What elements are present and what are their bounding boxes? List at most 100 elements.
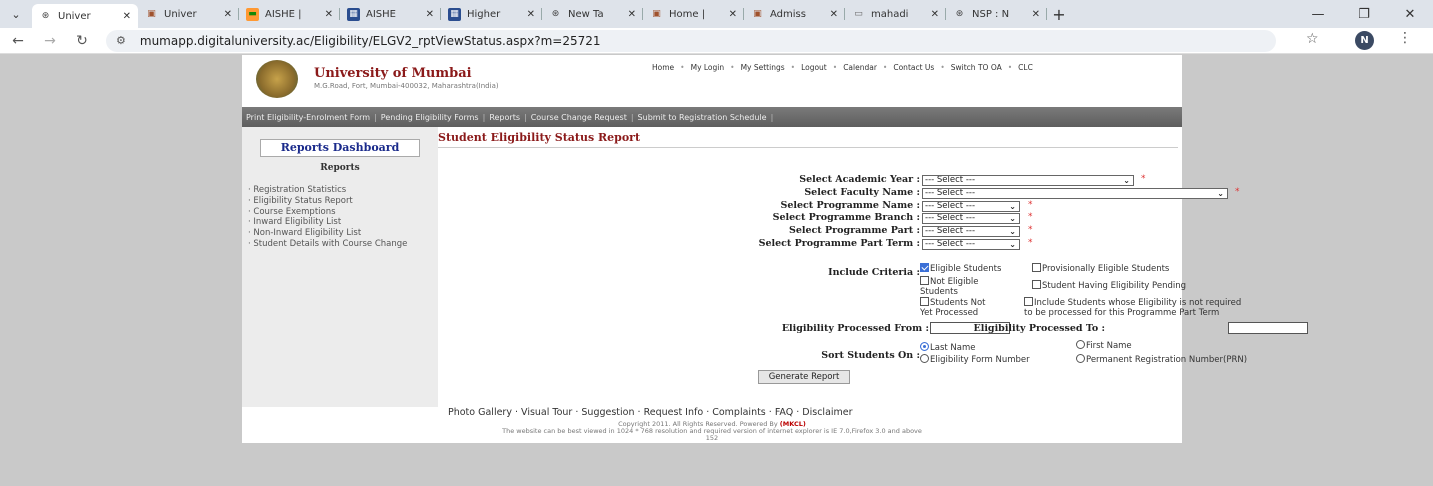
browser-tab[interactable]: ⊛ Univer ✕: [32, 4, 138, 28]
eligible-checkbox[interactable]: Eligible Students: [920, 263, 1001, 275]
tab-close-icon[interactable]: ✕: [123, 11, 131, 22]
sort-last-name-radio[interactable]: Last Name: [920, 342, 975, 354]
profile-avatar[interactable]: N: [1355, 31, 1374, 50]
browser-tab[interactable]: ▬ AISHE | ✕: [239, 3, 340, 25]
not-eligible-checkbox[interactable]: Not Eligible Students: [920, 276, 978, 297]
new-tab-button[interactable]: +: [1047, 5, 1071, 24]
browser-tab[interactable]: ▣ Home | ✕: [643, 3, 744, 25]
tab-close-icon[interactable]: ✕: [224, 9, 232, 20]
programme-select[interactable]: --- Select --- ⌄: [922, 201, 1020, 212]
footer-link[interactable]: Photo Gallery: [448, 407, 512, 418]
tab-close-icon[interactable]: ✕: [628, 9, 636, 20]
footer-links: Photo Gallery · Visual Tour · Suggestion…: [448, 407, 853, 418]
maximize-icon[interactable]: ❐: [1341, 0, 1387, 28]
university-name: University of Mumbai: [314, 66, 472, 81]
provisional-checkbox[interactable]: Provisionally Eligible Students: [1032, 263, 1169, 275]
top-nav-link[interactable]: Home: [652, 63, 674, 72]
generate-report-button[interactable]: Generate Report: [758, 370, 850, 384]
page-number: 152: [705, 434, 719, 442]
browser-tab[interactable]: ⊛ New Ta ✕: [542, 3, 643, 25]
report-link[interactable]: · Non-Inward Eligibility List: [248, 228, 433, 239]
pending-checkbox[interactable]: Student Having Eligibility Pending: [1032, 280, 1186, 292]
tab-close-icon[interactable]: ✕: [830, 9, 838, 20]
top-nav-link[interactable]: Switch TO OA: [951, 63, 1002, 72]
footer-link[interactable]: Suggestion: [581, 407, 634, 418]
top-nav-link[interactable]: My Settings: [741, 63, 785, 72]
processed-to-input[interactable]: [1228, 322, 1308, 334]
footer-link[interactable]: FAQ: [775, 407, 793, 418]
window-close-icon[interactable]: ✕: [1387, 0, 1433, 28]
eligible-label: Eligible Students: [930, 264, 1002, 274]
bullet-icon: •: [940, 63, 945, 72]
tab-title: AISHE: [366, 8, 396, 20]
sort-first-name-radio[interactable]: First Name: [1076, 340, 1132, 352]
browser-tab[interactable]: ▣ Univer ✕: [138, 3, 239, 25]
browser-menu-icon[interactable]: ⋮: [1398, 30, 1412, 46]
address-bar[interactable]: ⚙ mumapp.digitaluniversity.ac/Eligibilit…: [106, 29, 1276, 52]
not-eligible-label-2: Students: [920, 286, 958, 297]
menu-item[interactable]: Print Eligibility-Enrolment Form: [246, 113, 370, 122]
tab-title: Univer: [58, 10, 91, 22]
report-link[interactable]: · Student Details with Course Change: [248, 239, 433, 250]
footer-link[interactable]: Visual Tour: [521, 407, 572, 418]
sort-prn-radio[interactable]: Permanent Registration Number(PRN): [1076, 354, 1247, 366]
university-address: M.G.Road, Fort, Mumbai-400032, Maharasht…: [314, 82, 499, 90]
report-link[interactable]: · Registration Statistics: [248, 185, 433, 196]
menu-item[interactable]: Submit to Registration Schedule: [638, 113, 767, 122]
prn-label: Permanent Registration Number(PRN): [1086, 355, 1248, 365]
top-nav-link[interactable]: Contact Us: [893, 63, 934, 72]
branch-select[interactable]: --- Select --- ⌄: [922, 213, 1020, 224]
top-nav-link[interactable]: Calendar: [843, 63, 877, 72]
top-nav-link[interactable]: Logout: [801, 63, 827, 72]
tab-close-icon[interactable]: ✕: [426, 9, 434, 20]
part-select[interactable]: --- Select --- ⌄: [922, 226, 1020, 237]
bookmark-star-icon[interactable]: ☆: [1306, 31, 1319, 47]
top-nav-link[interactable]: CLC: [1018, 63, 1033, 72]
bullet-icon: ·: [703, 407, 713, 418]
not-required-checkbox[interactable]: Include Students whose Eligibility is no…: [1024, 297, 1241, 318]
report-link-label: Registration Statistics: [253, 185, 347, 195]
tab-close-icon[interactable]: ✕: [1032, 9, 1040, 20]
menu-item[interactable]: Pending Eligibility Forms: [381, 113, 479, 122]
part-term-value: --- Select ---: [925, 239, 976, 249]
last-name-label: Last Name: [930, 343, 976, 353]
reports-dashboard-button[interactable]: Reports Dashboard: [260, 139, 420, 157]
tab-close-icon[interactable]: ✕: [325, 9, 333, 20]
footer-link[interactable]: Request Info: [644, 407, 704, 418]
faculty-select[interactable]: --- Select --- ⌄: [922, 188, 1228, 199]
not-processed-checkbox[interactable]: Students Not Yet Processed: [920, 297, 985, 318]
forward-icon[interactable]: →: [38, 33, 62, 49]
academic-year-select[interactable]: --- Select --- ⌄: [922, 175, 1134, 186]
site-info-icon[interactable]: ⚙: [116, 34, 126, 47]
report-link[interactable]: · Inward Eligibility List: [248, 217, 433, 228]
menu-item[interactable]: Reports: [489, 113, 520, 122]
report-link[interactable]: · Eligibility Status Report: [248, 196, 433, 207]
reports-heading: Reports: [320, 163, 360, 173]
footer-link[interactable]: Complaints: [712, 407, 766, 418]
main-menu-bar: Print Eligibility-Enrolment Form | Pending…: [242, 107, 1182, 127]
minimize-icon[interactable]: —: [1295, 0, 1341, 28]
part-term-select[interactable]: --- Select --- ⌄: [922, 239, 1020, 250]
report-link[interactable]: · Course Exemptions: [248, 207, 433, 218]
reload-icon[interactable]: ↻: [70, 33, 94, 49]
menu-item[interactable]: Course Change Request: [531, 113, 627, 122]
sort-form-number-radio[interactable]: Eligibility Form Number: [920, 354, 1030, 366]
back-icon[interactable]: ←: [6, 33, 30, 49]
tab-search-icon[interactable]: ⌄: [0, 0, 32, 28]
top-nav-link[interactable]: My Login: [691, 63, 725, 72]
required-marker: *: [1028, 225, 1033, 235]
tab-title: New Ta: [568, 8, 604, 20]
tab-close-icon[interactable]: ✕: [527, 9, 535, 20]
india-flag-icon: ▬: [246, 7, 259, 21]
browser-tab[interactable]: ▦ Higher ✕: [441, 3, 542, 25]
tab-close-icon[interactable]: ✕: [729, 9, 737, 20]
form-number-label: Eligibility Form Number: [930, 355, 1030, 365]
footer-link[interactable]: Disclaimer: [802, 407, 852, 418]
url-text: mumapp.digitaluniversity.ac/Eligibility/…: [139, 33, 601, 48]
tab-close-icon[interactable]: ✕: [931, 9, 939, 20]
browser-tab[interactable]: ▦ AISHE ✕: [340, 3, 441, 25]
browser-tab[interactable]: ▭ mahadi ✕: [845, 3, 946, 25]
university-icon: ▣: [652, 9, 661, 19]
browser-tab[interactable]: ▣ Admiss ✕: [744, 3, 845, 25]
browser-tab[interactable]: ⊛ NSP : N ✕: [946, 3, 1047, 25]
